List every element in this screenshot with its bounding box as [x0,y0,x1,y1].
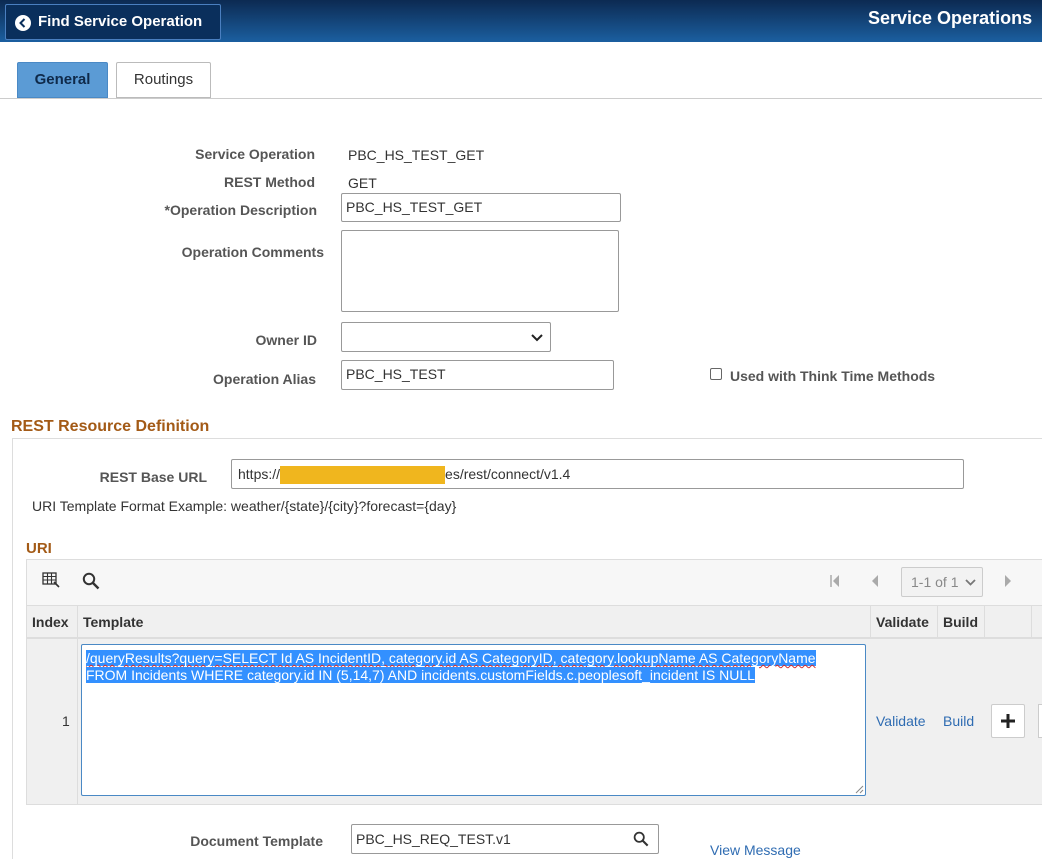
tab-divider [0,98,1042,99]
tab-routings[interactable]: Routings [116,62,211,98]
back-button-label: Find Service Operation [38,13,203,30]
document-template-value: PBC_HS_REQ_TEST.v1 [356,831,511,847]
document-template-input[interactable]: PBC_HS_REQ_TEST.v1 [351,824,659,854]
previous-page-icon[interactable] [870,574,880,591]
operation-alias-label: Operation Alias [213,371,316,387]
rest-base-url-label: REST Base URL [99,469,207,485]
base-url-suffix: es/rest/connect/v1.4 [445,466,571,482]
build-link[interactable]: Build [943,713,974,729]
delete-row-button[interactable] [1038,704,1042,738]
operation-comments-label: Operation Comments [181,244,324,260]
col-divider [77,605,78,805]
view-message-link[interactable]: View Message [710,842,801,858]
search-icon[interactable] [633,831,649,847]
chevron-down-icon [531,334,543,342]
rest-method-value: GET [348,175,377,191]
owner-id-label: Owner ID [255,332,317,348]
resize-handle-icon [855,785,864,794]
row-index: 1 [62,713,70,729]
pager-select[interactable]: 1-1 of 1 [901,567,983,597]
chevron-down-icon [965,579,976,586]
operation-alias-input[interactable]: PBC_HS_TEST [341,360,614,390]
uri-example-text: URI Template Format Example: weather/{st… [32,498,457,514]
rest-method-label: REST Method [224,174,315,190]
base-url-prefix: https:// [238,466,281,482]
uri-section-title: URI [26,540,52,557]
operation-comments-textarea[interactable] [341,230,619,312]
page-title: Service Operations [868,8,1033,28]
template-line-1: /queryResults?query=SELECT Id AS Inciden… [86,650,816,666]
uri-grid-toolbar [26,559,1042,606]
owner-id-select[interactable] [341,322,551,352]
search-icon[interactable] [82,572,100,593]
column-validate: Validate [876,614,929,630]
rest-resource-section-title: REST Resource Definition [11,418,210,435]
validate-link[interactable]: Validate [876,713,926,729]
uri-template-textarea[interactable]: /queryResults?query=SELECT Id AS Inciden… [81,644,866,796]
column-template: Template [83,614,144,630]
add-row-button[interactable] [991,704,1025,738]
document-template-label: Document Template [190,833,323,849]
think-time-label: Used with Think Time Methods [730,368,936,384]
pager-text: 1-1 of 1 [911,574,959,590]
url-redaction [280,466,446,485]
template-line-2: FROM Incidents WHERE category.id IN (5,1… [86,667,755,683]
rest-base-url-input[interactable]: https:// es/rest/connect/v1.4 [231,459,964,489]
column-build: Build [943,614,978,630]
tab-general[interactable]: General [17,62,108,98]
personalize-grid-icon[interactable] [42,572,60,591]
operation-description-label: *Operation Description [164,202,317,218]
next-page-icon[interactable] [1003,574,1013,591]
first-page-icon[interactable] [829,574,841,591]
plus-icon [1001,714,1015,728]
think-time-checkbox[interactable] [710,368,722,380]
service-operation-label: Service Operation [195,146,315,162]
operation-description-input[interactable]: PBC_HS_TEST_GET [341,193,621,222]
column-index: Index [32,614,69,630]
find-service-operation-button[interactable]: Find Service Operation [5,4,221,40]
chevron-left-icon [15,15,31,31]
service-operation-value: PBC_HS_TEST_GET [348,147,485,163]
